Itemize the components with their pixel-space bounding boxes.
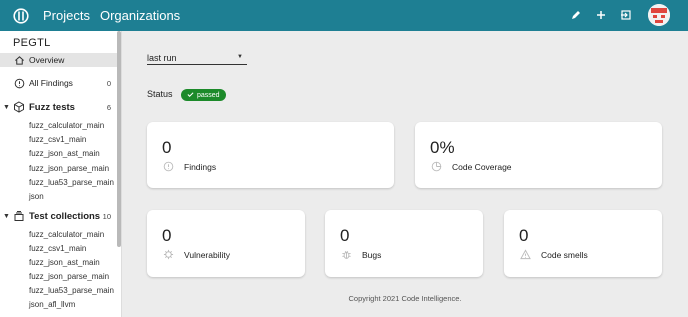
top-app-bar: Projects Organizations xyxy=(0,0,688,31)
bugs-label: Bugs xyxy=(362,250,382,260)
test-collection-item[interactable]: fuzz_csv1_main xyxy=(29,244,86,253)
sidebar-section-fuzz-tests[interactable]: ▼ Fuzz tests 6 xyxy=(0,100,117,114)
code-smells-value: 0 xyxy=(519,226,529,245)
test-collections-count: 10 xyxy=(102,211,111,221)
collection-icon xyxy=(13,210,25,222)
alert-circle-icon xyxy=(13,77,25,89)
nav-projects[interactable]: Projects xyxy=(43,8,90,23)
fuzz-test-item[interactable]: json xyxy=(29,192,44,201)
virus-icon xyxy=(163,249,174,260)
sidebar-item-label: Overview xyxy=(29,55,65,65)
pencil-icon[interactable] xyxy=(570,9,582,21)
project-name: PEGTL xyxy=(13,37,51,49)
test-collection-item[interactable]: json_afl_llvm xyxy=(29,300,75,309)
findings-value: 0 xyxy=(162,138,172,157)
findings-card[interactable]: 0 Findings xyxy=(147,122,394,188)
findings-label: Findings xyxy=(184,162,217,172)
sidebar-section-label: Test collections xyxy=(29,210,101,222)
test-collection-item[interactable]: fuzz_json_parse_main xyxy=(29,272,109,281)
sidebar-item-label: All Findings xyxy=(29,78,73,88)
test-collection-item[interactable]: fuzz_calculator_main xyxy=(29,230,104,239)
avatar[interactable] xyxy=(648,4,670,26)
bugs-card[interactable]: 0 Bugs xyxy=(325,210,483,277)
sidebar: PEGTL Overview All Findings 0 ▼ Fuzz tes… xyxy=(0,31,122,317)
nav-organizations[interactable]: Organizations xyxy=(100,8,180,23)
coverage-value: 0% xyxy=(430,138,455,157)
bug-icon xyxy=(341,249,352,260)
sidebar-item-overview[interactable]: Overview xyxy=(0,53,117,67)
test-collection-item[interactable]: fuzz_json_ast_main xyxy=(29,258,100,267)
status-label: Status xyxy=(147,89,173,99)
status-badge-label: passed xyxy=(197,91,220,99)
code-smells-label: Code smells xyxy=(541,250,588,260)
vulnerability-card[interactable]: 0 Vulnerability xyxy=(147,210,305,277)
alert-circle-icon xyxy=(163,161,174,172)
chevron-down-icon[interactable]: ▼ xyxy=(3,104,10,111)
bugs-value: 0 xyxy=(340,226,350,245)
fuzz-test-item[interactable]: fuzz_json_parse_main xyxy=(29,164,109,173)
plus-icon[interactable] xyxy=(595,9,607,21)
chevron-down-icon: ▼ xyxy=(237,54,243,60)
exit-icon[interactable] xyxy=(620,9,632,21)
fuzz-test-item[interactable]: fuzz_calculator_main xyxy=(29,121,104,130)
fuzz-test-item[interactable]: fuzz_json_ast_main xyxy=(29,149,100,158)
pie-chart-icon xyxy=(431,161,442,172)
sidebar-section-test-collections[interactable]: ▼ Test collections 10 xyxy=(0,209,117,223)
fuzz-test-item[interactable]: fuzz_csv1_main xyxy=(29,135,86,144)
check-icon xyxy=(187,91,194,100)
vulnerability-label: Vulnerability xyxy=(184,250,230,260)
fuzz-test-item[interactable]: fuzz_lua53_parse_main xyxy=(29,178,114,187)
sidebar-scrollbar[interactable] xyxy=(117,31,121,247)
code-smells-card[interactable]: 0 Code smells xyxy=(504,210,662,277)
cube-icon xyxy=(13,101,25,113)
code-intelligence-logo-icon[interactable] xyxy=(13,7,29,24)
status-badge: passed xyxy=(181,89,226,101)
warning-triangle-icon xyxy=(520,249,531,260)
home-icon xyxy=(13,54,25,66)
coverage-label: Code Coverage xyxy=(452,162,512,172)
chevron-down-icon[interactable]: ▼ xyxy=(3,213,10,220)
run-select[interactable]: last run ▼ xyxy=(147,51,247,65)
copyright-text: Copyright 2021 Code Intelligence. xyxy=(348,294,462,303)
run-select-value: last run xyxy=(147,52,177,63)
coverage-card[interactable]: 0% Code Coverage xyxy=(415,122,662,188)
main-content: last run ▼ Status passed 0 Findings 0% C… xyxy=(122,31,688,317)
sidebar-item-all-findings[interactable]: All Findings 0 xyxy=(0,76,117,90)
findings-count: 0 xyxy=(106,78,111,88)
vulnerability-value: 0 xyxy=(162,226,172,245)
sidebar-section-label: Fuzz tests xyxy=(29,101,75,113)
fuzz-tests-count: 6 xyxy=(106,102,111,112)
test-collection-item[interactable]: fuzz_lua53_parse_main xyxy=(29,286,114,295)
